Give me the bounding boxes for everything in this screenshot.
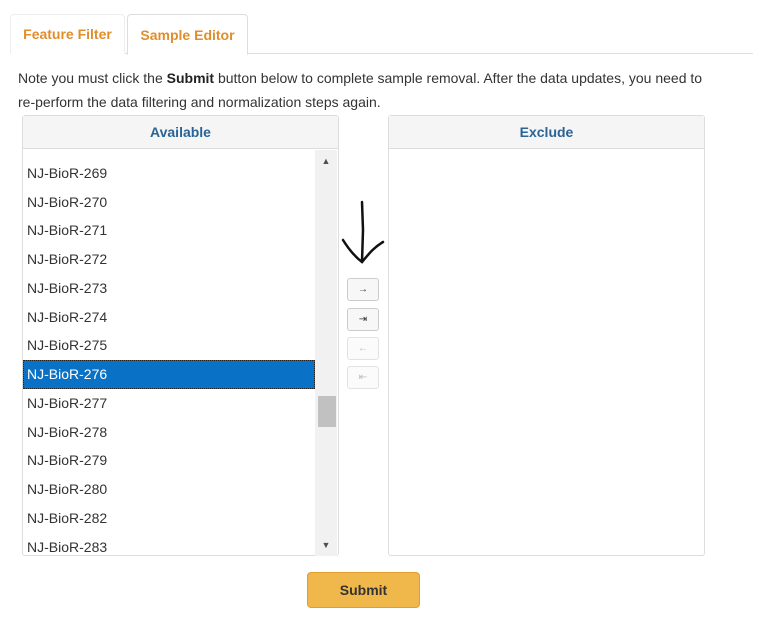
list-item[interactable]: NJ-BioR-272	[23, 245, 315, 274]
list-item[interactable]: NJ-BioR-277	[23, 389, 315, 418]
list-item[interactable]: NJ-BioR-268	[23, 150, 315, 159]
list-item[interactable]: NJ-BioR-278	[23, 418, 315, 447]
instruction-note: Note you must click the Submit button be…	[18, 66, 718, 114]
exclude-list[interactable]	[389, 150, 704, 556]
scroll-thumb[interactable]	[318, 396, 336, 427]
list-item[interactable]: NJ-BioR-283	[23, 533, 315, 557]
tab-bar: Feature Filter Sample Editor	[10, 14, 753, 55]
available-panel: Available NJ-BioR-268NJ-BioR-269NJ-BioR-…	[22, 115, 339, 556]
scroll-up-icon[interactable]: ▲	[315, 152, 337, 170]
list-item[interactable]: NJ-BioR-270	[23, 188, 315, 217]
hand-drawn-arrow-icon	[341, 200, 385, 264]
move-right-button[interactable]: →	[347, 278, 379, 301]
tab-feature-filter[interactable]: Feature Filter	[10, 14, 125, 54]
note-prefix: Note you must click the	[18, 70, 167, 86]
list-item[interactable]: NJ-BioR-273	[23, 274, 315, 303]
list-item[interactable]: NJ-BioR-271	[23, 216, 315, 245]
list-item[interactable]: NJ-BioR-280	[23, 475, 315, 504]
available-title: Available	[23, 116, 338, 149]
exclude-title: Exclude	[389, 116, 704, 149]
move-all-left-button[interactable]: ⇤	[347, 366, 379, 389]
note-bold-submit: Submit	[166, 70, 215, 86]
move-left-button[interactable]: ←	[347, 337, 379, 360]
list-item[interactable]: NJ-BioR-276	[23, 360, 315, 389]
exclude-panel: Exclude	[388, 115, 705, 556]
list-item[interactable]: NJ-BioR-282	[23, 504, 315, 533]
tab-sample-editor[interactable]: Sample Editor	[127, 14, 248, 55]
available-list[interactable]: NJ-BioR-268NJ-BioR-269NJ-BioR-270NJ-BioR…	[23, 150, 338, 556]
list-item[interactable]: NJ-BioR-274	[23, 303, 315, 332]
available-scrollbar[interactable]: ▲ ▼	[315, 150, 337, 556]
list-item[interactable]: NJ-BioR-275	[23, 331, 315, 360]
list-item[interactable]: NJ-BioR-269	[23, 159, 315, 188]
move-all-right-button[interactable]: ⇥	[347, 308, 379, 331]
submit-button[interactable]: Submit	[307, 572, 420, 608]
scroll-down-icon[interactable]: ▼	[315, 536, 337, 554]
list-item[interactable]: NJ-BioR-279	[23, 446, 315, 475]
